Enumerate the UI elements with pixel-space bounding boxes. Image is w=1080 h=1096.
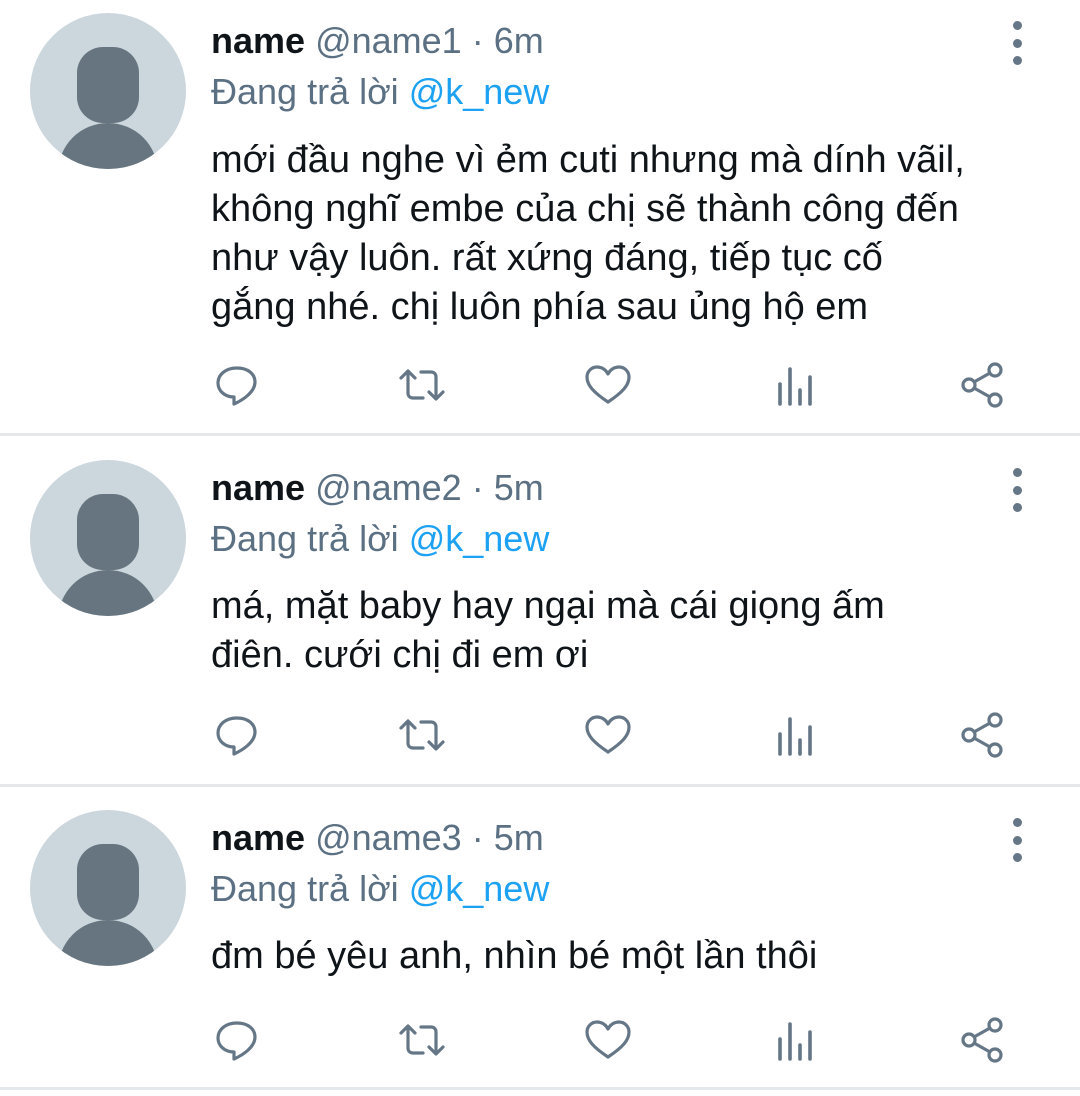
user-handle[interactable]: @name1 (315, 20, 462, 61)
analytics-icon[interactable] (771, 1015, 821, 1065)
tweet-text-line: không nghĩ embe của chị sẽ thành công đế… (211, 188, 959, 230)
replying-to: Đang trả lời @k_new (211, 70, 549, 114)
reply-icon[interactable] (212, 360, 262, 410)
share-icon[interactable] (958, 1015, 1008, 1065)
tweet[interactable]: name @name3 · 5m Đang trả lời @k_new đm … (0, 787, 1080, 1090)
more-dot (1012, 818, 1022, 827)
tweet-actions (0, 360, 1080, 410)
timestamp[interactable]: 5m (494, 817, 544, 858)
tweet-actions (0, 1015, 1080, 1065)
replying-to-label: Đang trả lời (211, 71, 399, 112)
tweet-header: name @name1 · 6m (211, 19, 544, 63)
avatar-head-shape (77, 47, 139, 123)
tweet-text-line: điên. cưới chị đi em ơi (211, 634, 589, 676)
tweet-actions (0, 710, 1080, 760)
more-dot (1012, 853, 1022, 862)
more-dot (1012, 38, 1022, 48)
replying-to-label: Đang trả lời (211, 518, 399, 559)
replying-to: Đang trả lời @k_new (211, 867, 549, 911)
more-options-icon[interactable] (1000, 818, 1034, 862)
avatar-head-shape (77, 494, 139, 570)
separator-dot: · (471, 817, 484, 858)
reply-icon[interactable] (212, 1015, 262, 1065)
avatar[interactable] (30, 460, 186, 616)
retweet-icon[interactable] (397, 710, 447, 760)
display-name[interactable]: name (211, 817, 305, 858)
analytics-icon[interactable] (771, 360, 821, 410)
separator-dot: · (471, 20, 484, 61)
replying-to-label: Đang trả lời (211, 868, 399, 909)
display-name[interactable]: name (211, 467, 305, 508)
retweet-icon[interactable] (397, 1015, 447, 1065)
more-options-icon[interactable] (1000, 21, 1034, 65)
replying-to-handle[interactable]: @k_new (409, 71, 550, 112)
tweet-header: name @name3 · 5m (211, 816, 544, 860)
analytics-icon[interactable] (771, 710, 821, 760)
more-options-icon[interactable] (1000, 468, 1034, 512)
tweet-text: đm bé yêu anh, nhìn bé một lần thôi (211, 932, 1051, 981)
share-icon[interactable] (958, 360, 1008, 410)
retweet-icon[interactable] (397, 360, 447, 410)
more-dot (1012, 485, 1022, 495)
tweet-header: name @name2 · 5m (211, 466, 544, 510)
like-icon[interactable] (583, 360, 633, 410)
more-dot (1012, 503, 1022, 512)
user-handle[interactable]: @name2 (315, 467, 462, 508)
avatar-body-shape (58, 920, 158, 966)
tweet-text: mới đầu nghe vì ẻm cuti nhưng mà dính vã… (211, 136, 1051, 332)
avatar-body-shape (58, 123, 158, 169)
tweet-text-line: đm bé yêu anh, nhìn bé một lần thôi (211, 935, 818, 977)
timestamp[interactable]: 5m (494, 467, 544, 508)
display-name[interactable]: name (211, 20, 305, 61)
avatar-head-shape (77, 844, 139, 920)
replying-to: Đang trả lời @k_new (211, 517, 549, 561)
tweet-text: má, mặt baby hay ngại mà cái giọng ấm đi… (211, 582, 1051, 680)
avatar[interactable] (30, 810, 186, 966)
more-dot (1012, 21, 1022, 30)
tweet-text-line: mới đầu nghe vì ẻm cuti nhưng mà dính vã… (211, 139, 965, 181)
timestamp[interactable]: 6m (494, 20, 544, 61)
replying-to-handle[interactable]: @k_new (409, 518, 550, 559)
share-icon[interactable] (958, 710, 1008, 760)
more-dot (1012, 468, 1022, 477)
separator-dot: · (471, 467, 484, 508)
tweet-text-line: gắng nhé. chị luôn phía sau ủng hộ em (211, 286, 869, 328)
tweet-text-line: má, mặt baby hay ngại mà cái giọng ấm (211, 585, 885, 627)
reply-icon[interactable] (212, 710, 262, 760)
avatar-body-shape (58, 570, 158, 616)
more-dot (1012, 56, 1022, 65)
more-dot (1012, 835, 1022, 845)
replying-to-handle[interactable]: @k_new (409, 868, 550, 909)
tweet[interactable]: name @name2 · 5m Đang trả lời @k_new má,… (0, 436, 1080, 787)
avatar[interactable] (30, 13, 186, 169)
tweet-text-line: như vậy luôn. rất xứng đáng, tiếp tục cố (211, 237, 883, 279)
like-icon[interactable] (583, 710, 633, 760)
user-handle[interactable]: @name3 (315, 817, 462, 858)
tweet[interactable]: name @name1 · 6m Đang trả lời @k_new mới… (0, 0, 1080, 436)
like-icon[interactable] (583, 1015, 633, 1065)
